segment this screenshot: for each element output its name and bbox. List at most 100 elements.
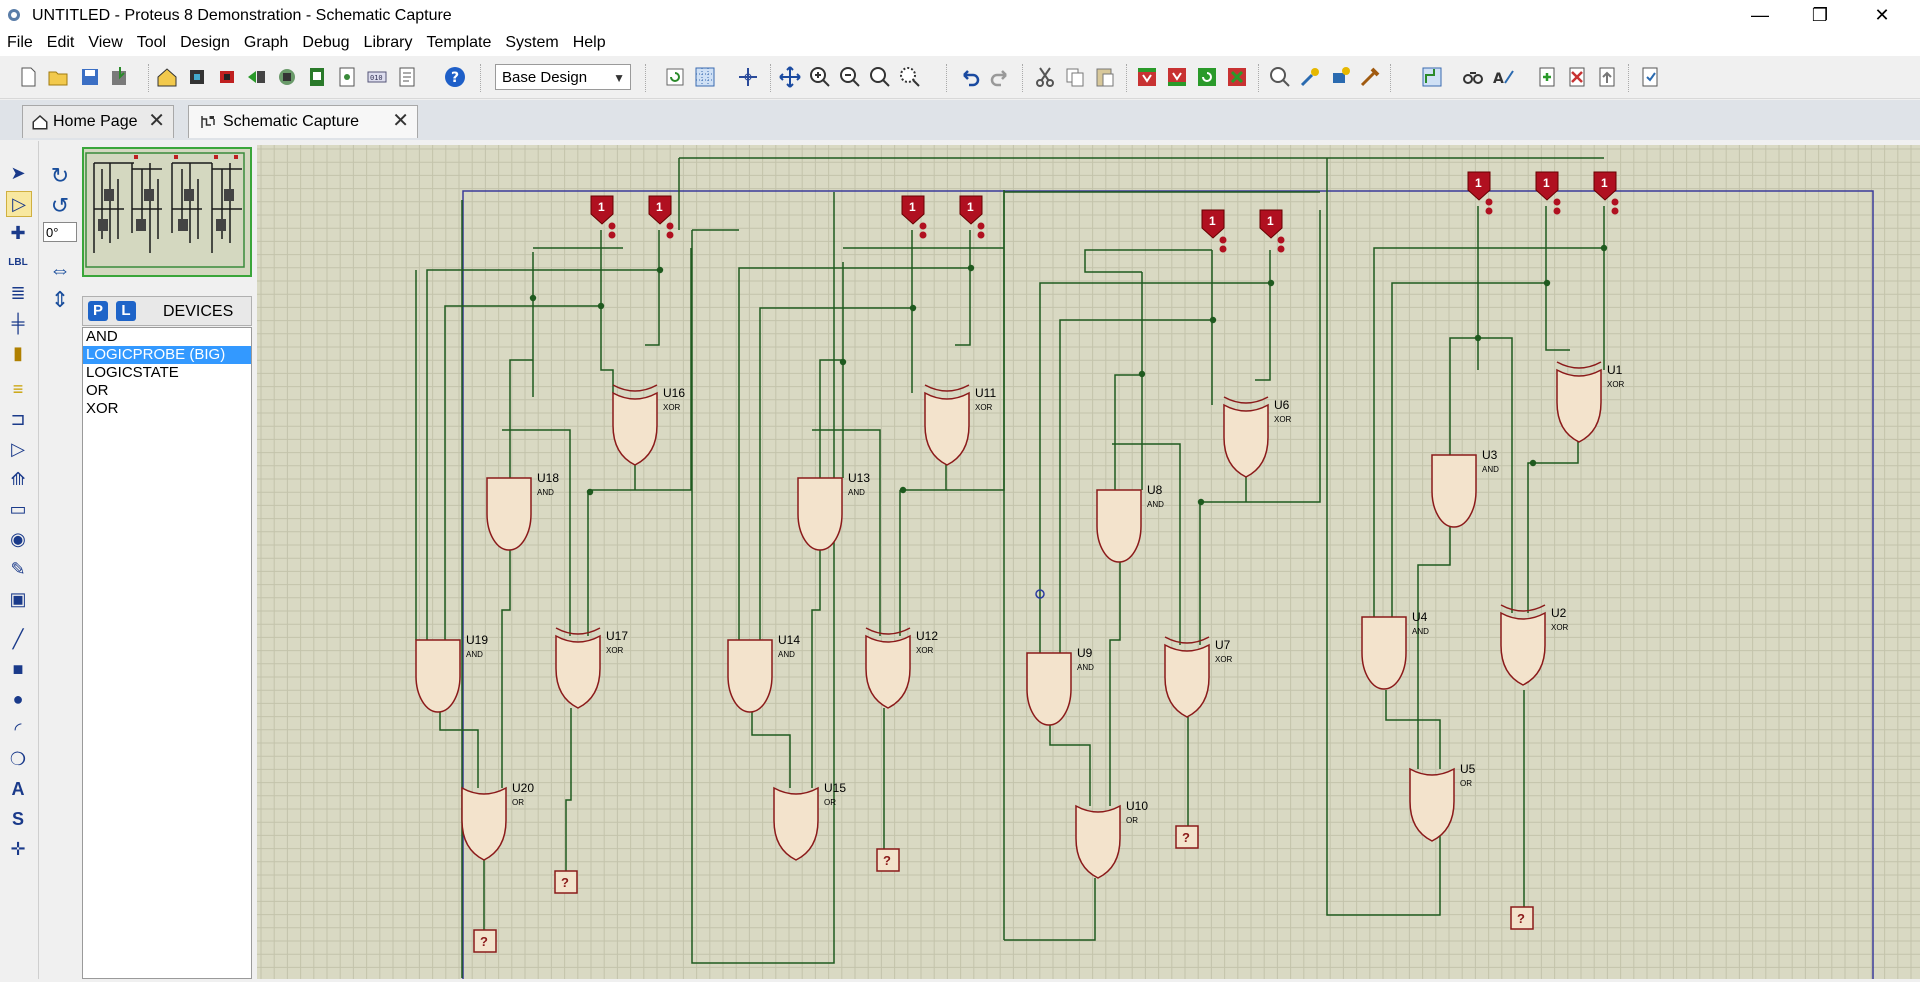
import-icon[interactable] (108, 65, 132, 89)
graph-mode-icon[interactable]: ▷ (6, 437, 30, 461)
menu-template[interactable]: Template (419, 32, 498, 54)
logicprobe[interactable]: ? (554, 870, 578, 894)
device-item-logicprobe-big[interactable]: LOGICPROBE (BIG) (83, 346, 251, 364)
pick-devices-button[interactable]: P (88, 301, 108, 321)
generator-icon[interactable]: ◉ (6, 527, 30, 551)
open-folder-icon[interactable] (46, 65, 70, 89)
exit-to-parent-icon[interactable] (1595, 65, 1619, 89)
device-item-or[interactable]: OR (83, 382, 251, 400)
selection-mode-icon[interactable]: ➤ (6, 161, 30, 185)
buses-icon[interactable]: ╪ (6, 311, 30, 335)
circle-tool-icon[interactable]: ● (6, 687, 30, 711)
zoom-out-icon[interactable] (838, 65, 862, 89)
zoom-in-icon[interactable] (808, 65, 832, 89)
menu-graph[interactable]: Graph (237, 32, 295, 54)
rotate-anticlockwise-icon[interactable]: ↺ (48, 194, 72, 218)
erc-report-icon[interactable] (1638, 65, 1662, 89)
gerber-icon[interactable] (245, 65, 269, 89)
device-item-and[interactable]: AND (83, 328, 251, 346)
tab-schematic-capture[interactable]: Schematic Capture ✕ (188, 105, 418, 138)
wire-autorouter-icon[interactable] (1420, 65, 1444, 89)
mirror-vertical-icon[interactable]: ⇕ (48, 288, 72, 312)
logicprobe[interactable]: ? (1510, 906, 1534, 930)
property-assignment-icon[interactable]: A (1491, 65, 1515, 89)
cut-icon[interactable] (1033, 65, 1057, 89)
block-copy-icon[interactable] (1135, 65, 1159, 89)
pick-parts-icon[interactable] (1268, 65, 1292, 89)
subcircuit-icon[interactable]: ▮ (6, 341, 30, 365)
tab-schematic-close-icon[interactable]: ✕ (392, 106, 409, 137)
menu-view[interactable]: View (81, 32, 129, 54)
new-sheet-icon[interactable] (1535, 65, 1559, 89)
block-delete-icon[interactable] (1225, 65, 1249, 89)
logicprobe[interactable]: ? (1175, 825, 1199, 849)
text-tool-icon[interactable]: A (6, 777, 30, 801)
undo-icon[interactable] (958, 65, 982, 89)
tab-home-close-icon[interactable]: ✕ (148, 106, 165, 137)
menu-design[interactable]: Design (173, 32, 237, 54)
device-item-logicstate[interactable]: LOGICSTATE (83, 364, 251, 382)
menu-tool[interactable]: Tool (130, 32, 173, 54)
pcb-layout-icon[interactable] (215, 65, 239, 89)
packaging-tool-icon[interactable] (1328, 65, 1352, 89)
pan-icon[interactable] (778, 65, 802, 89)
origin-icon[interactable] (736, 65, 760, 89)
home-icon[interactable] (155, 65, 179, 89)
overview-window[interactable] (82, 147, 252, 277)
schematic-editing-window[interactable]: U16 XOR U18 AND U19 AND U17 XOR U20 OR U11 XOR U13 AN… (257, 145, 1920, 982)
analysis-graph-icon[interactable]: ⟰ (6, 467, 30, 491)
zoom-all-icon[interactable] (868, 65, 892, 89)
help-icon[interactable]: ? (443, 65, 467, 89)
logicprobe[interactable]: ? (473, 929, 497, 953)
terminals-icon[interactable]: ≡ (6, 377, 30, 401)
menu-debug[interactable]: Debug (295, 32, 356, 54)
block-rotate-icon[interactable] (1195, 65, 1219, 89)
line-tool-icon[interactable]: ╱ (6, 627, 30, 651)
library-manager-button[interactable]: L (116, 301, 136, 321)
schematic-sheet[interactable]: U16XORU18ANDU19ANDU17XORU20ORU11XORU13AN… (257, 145, 1920, 982)
source-code-icon[interactable]: 010 (365, 65, 389, 89)
refresh-icon[interactable] (663, 65, 687, 89)
close-window-button[interactable]: ✕ (1852, 0, 1912, 32)
menu-library[interactable]: Library (357, 32, 420, 54)
new-file-icon[interactable] (16, 65, 40, 89)
mirror-horizontal-icon[interactable]: ⇔ (48, 258, 72, 282)
minimize-button[interactable]: — (1730, 0, 1790, 32)
box-tool-icon[interactable]: ■ (6, 657, 30, 681)
tab-home-page[interactable]: Home Page ✕ (22, 105, 174, 138)
virtual-instrument-icon[interactable]: ▣ (6, 587, 30, 611)
bom-icon[interactable] (305, 65, 329, 89)
block-move-icon[interactable] (1165, 65, 1189, 89)
3d-viewer-icon[interactable] (275, 65, 299, 89)
rotate-clockwise-icon[interactable]: ↻ (48, 164, 72, 188)
wire-label-icon[interactable]: LBL (6, 251, 30, 275)
make-device-icon[interactable] (1298, 65, 1322, 89)
menu-system[interactable]: System (498, 32, 565, 54)
symbol-tool-icon[interactable]: S (6, 807, 30, 831)
arc-tool-icon[interactable]: ◜ (6, 717, 30, 741)
toggle-grid-icon[interactable] (693, 65, 717, 89)
rotation-angle-field[interactable]: 0° (43, 222, 77, 242)
text-script-icon[interactable]: ≣ (6, 281, 30, 305)
schematic-icon[interactable] (185, 65, 209, 89)
paste-icon[interactable] (1093, 65, 1117, 89)
save-icon[interactable] (78, 65, 102, 89)
remove-sheet-icon[interactable] (1565, 65, 1589, 89)
copy-icon[interactable] (1063, 65, 1087, 89)
component-mode-icon[interactable]: ▷ (6, 191, 32, 217)
maximize-button[interactable]: ❐ (1790, 0, 1850, 32)
tape-recorder-icon[interactable]: ▭ (6, 497, 30, 521)
decompose-icon[interactable] (1358, 65, 1382, 89)
menu-edit[interactable]: Edit (40, 32, 82, 54)
path-tool-icon[interactable]: ❍ (6, 747, 30, 771)
menu-file[interactable]: File (0, 32, 40, 54)
probe-icon[interactable]: ✎ (6, 557, 30, 581)
logicprobe[interactable]: ? (876, 848, 900, 872)
device-pins-icon[interactable]: ⊐ (6, 407, 30, 431)
device-item-xor[interactable]: XOR (83, 400, 251, 418)
redo-icon[interactable] (988, 65, 1012, 89)
search-tag-icon[interactable] (1461, 65, 1485, 89)
notes-icon[interactable] (395, 65, 419, 89)
zoom-area-icon[interactable] (898, 65, 922, 89)
menu-help[interactable]: Help (566, 32, 613, 54)
